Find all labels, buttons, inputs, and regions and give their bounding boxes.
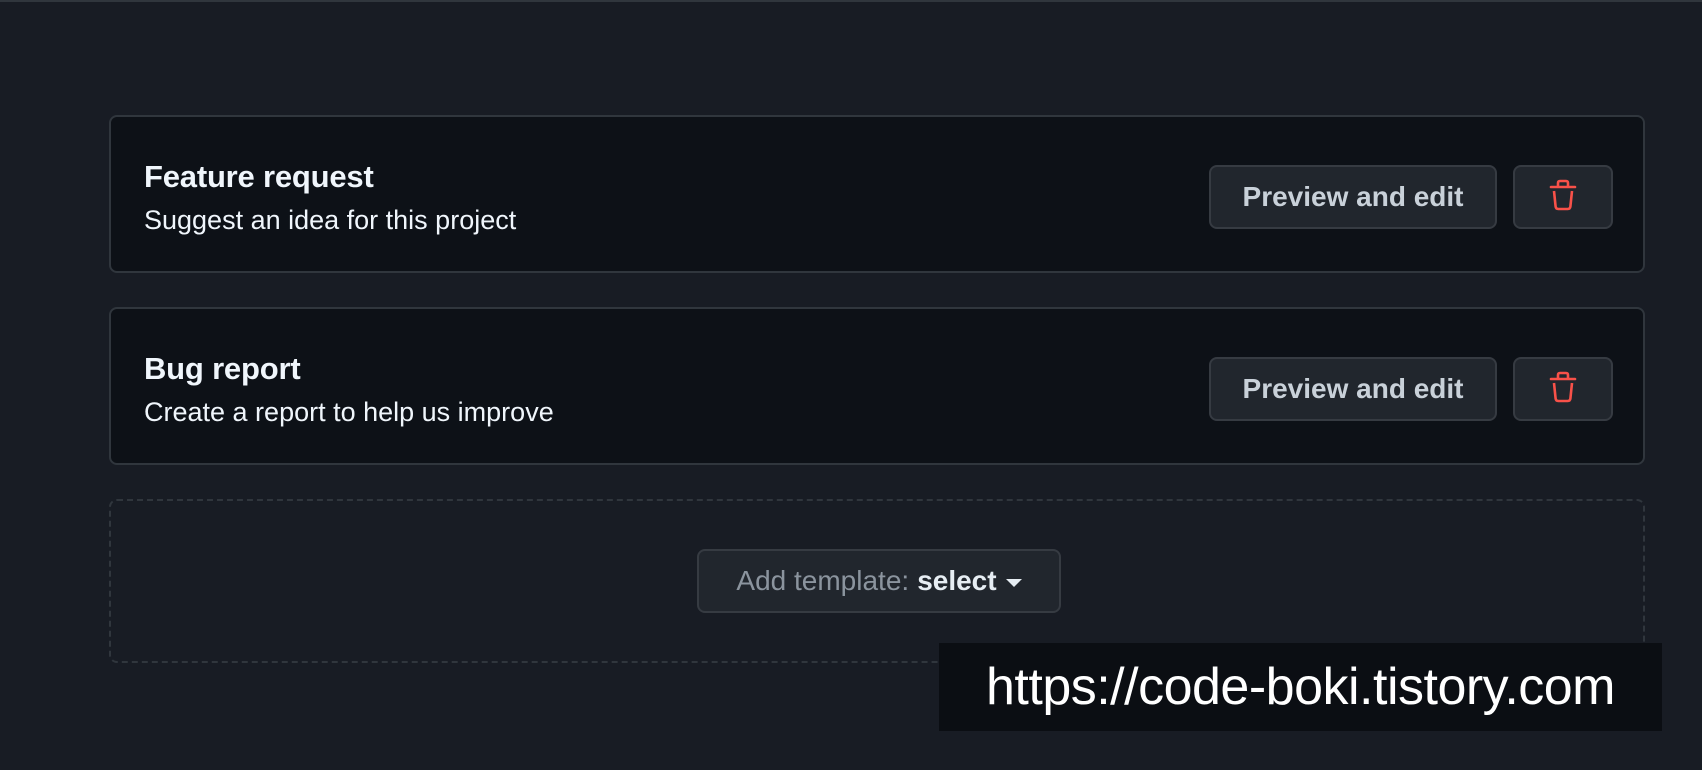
template-card-bug-report: Bug report Create a report to help us im… [109, 307, 1645, 465]
template-title: Bug report [144, 351, 301, 386]
add-template-select-button[interactable]: Add template: select [697, 549, 1061, 613]
caret-down-icon [1005, 578, 1022, 587]
trash-icon [1549, 371, 1577, 408]
delete-template-button[interactable] [1513, 165, 1613, 229]
delete-template-button[interactable] [1513, 357, 1613, 421]
template-card-feature-request: Feature request Suggest an idea for this… [109, 115, 1645, 273]
add-template-label: Add template: [736, 565, 910, 596]
watermark: https://code-boki.tistory.com [939, 643, 1662, 731]
add-template-panel: Add template: select [109, 499, 1645, 663]
trash-icon [1549, 179, 1577, 216]
template-description: Create a report to help us improve [144, 397, 554, 427]
preview-and-edit-button[interactable]: Preview and edit [1209, 357, 1497, 421]
template-title: Feature request [144, 159, 374, 194]
template-description: Suggest an idea for this project [144, 205, 517, 235]
select-label: select [917, 565, 997, 596]
page: Feature request Suggest an idea for this… [0, 0, 1702, 770]
preview-and-edit-button[interactable]: Preview and edit [1209, 165, 1497, 229]
